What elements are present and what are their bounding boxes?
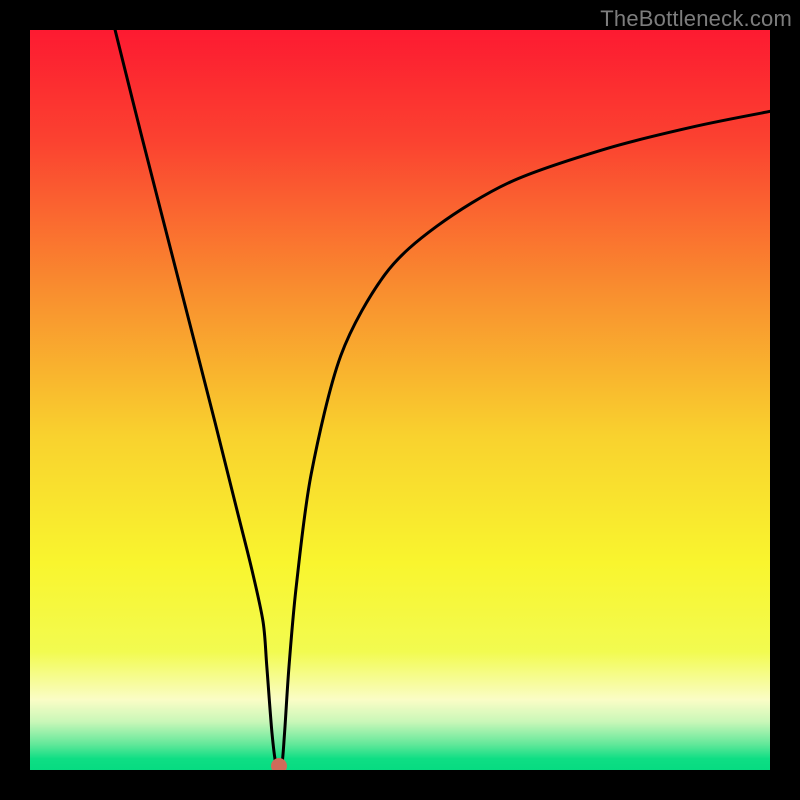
background-gradient: [30, 30, 770, 770]
watermark-text: TheBottleneck.com: [600, 6, 792, 32]
plot-area: [30, 30, 770, 770]
minimum-marker-dot: [271, 758, 287, 770]
